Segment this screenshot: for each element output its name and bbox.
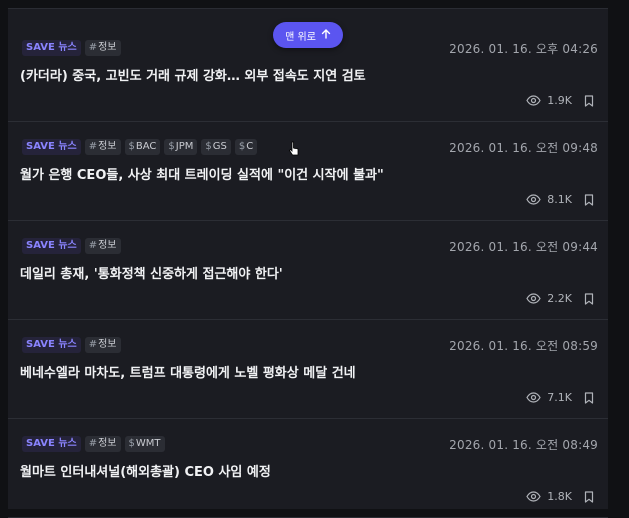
bookmark-icon[interactable] [584,490,594,503]
news-meta: 1.8K [526,490,594,503]
tag-text: BAC [135,141,157,152]
news-title[interactable]: 월가 은행 CEO들, 사상 최대 트레이딩 실적에 "이건 시작에 불과" [20,164,588,183]
category-tag[interactable]: #정보 [84,436,121,452]
news-item[interactable]: SAVE 뉴스 #정보 2026. 01. 16. 오전 08:59 베네수엘라 마차… [8,320,608,419]
news-title[interactable]: 베네수엘라 마차도, 트럼프 대통령에게 노벨 평화상 메달 건네 [20,362,588,381]
ticker-tag[interactable]: $GS [201,139,231,155]
mouse-cursor-icon [288,141,300,161]
news-feed-panel: SAVE 뉴스 #정보 2026. 01. 16. 오후 04:26 (카더라) 중국… [8,8,608,518]
news-tags: SAVE 뉴스 #정보 [22,337,121,353]
category-tag[interactable]: #정보 [84,238,121,254]
news-item[interactable]: SAVE 뉴스 #정보 $WMT 2026. 01. 16. 오전 08:49 월마트 … [8,419,608,518]
news-date: 2026. 01. 16. 오후 04:26 [449,42,598,56]
tag-prefix: $ [205,141,212,152]
tag-prefix: # [88,141,98,152]
news-tags: SAVE 뉴스 #정보 $BAC $JPM $GS $C [22,139,258,155]
tag-prefix: $ [238,141,246,152]
tag-text: WMT [135,438,161,449]
eye-icon [526,194,541,205]
tag-text: 정보 [98,141,117,152]
tag-text: 정보 [98,339,117,350]
tag-text: GS [212,141,227,152]
tag-text: 정보 [98,240,117,251]
bookmark-icon[interactable] [584,193,594,206]
view-count: 7.1K [547,391,572,404]
news-feed-list: SAVE 뉴스 #정보 2026. 01. 16. 오후 04:26 (카더라) 중국… [8,23,608,518]
tag-text: JPM [175,141,194,152]
tag-text: 정보 [98,42,117,53]
view-count: 2.2K [547,292,572,305]
news-date: 2026. 01. 16. 오전 09:44 [449,240,598,254]
source-badge[interactable]: SAVE 뉴스 [22,337,81,353]
eye-icon [526,392,541,403]
tag-prefix: $ [128,141,135,152]
view-count: 8.1K [547,193,572,206]
ticker-tag[interactable]: $BAC [124,139,161,155]
scroll-to-top-button[interactable]: 맨 위로 [273,22,343,48]
eye-icon [526,491,541,502]
news-date: 2026. 01. 16. 오전 09:48 [449,141,598,155]
news-meta: 7.1K [526,391,594,404]
arrow-up-icon [321,28,331,42]
bookmark-icon[interactable] [584,94,594,107]
tag-prefix: $ [168,141,175,152]
news-title[interactable]: 월마트 인터내셔널(해외총괄) CEO 사임 예정 [20,461,588,480]
source-badge[interactable]: SAVE 뉴스 [22,238,81,254]
news-item[interactable]: SAVE 뉴스 #정보 $BAC $JPM $GS $C 2026. 01. 16. 오전 … [8,122,608,221]
scroll-to-top-label: 맨 위로 [285,31,316,43]
news-tags: SAVE 뉴스 #정보 [22,40,121,56]
source-badge[interactable]: SAVE 뉴스 [22,40,81,56]
news-date: 2026. 01. 16. 오전 08:59 [449,339,598,353]
source-badge[interactable]: SAVE 뉴스 [22,436,81,452]
category-tag[interactable]: #정보 [84,139,121,155]
tag-prefix: # [88,438,98,449]
tag-prefix: # [88,240,98,251]
news-title[interactable]: (카더라) 중국, 고빈도 거래 규제 강화… 외부 접속도 지연 검토 [20,65,588,84]
source-badge[interactable]: SAVE 뉴스 [22,139,81,155]
view-count: 1.9K [547,94,572,107]
bookmark-icon[interactable] [584,391,594,404]
tag-prefix: $ [128,438,135,449]
ticker-tag[interactable]: $C [234,139,258,155]
ticker-tag[interactable]: $WMT [124,436,165,452]
tag-prefix: # [88,339,98,350]
news-item[interactable]: SAVE 뉴스 #정보 2026. 01. 16. 오전 09:44 데일리 총재, … [8,221,608,320]
news-title[interactable]: 데일리 총재, '통화정책 신중하게 접근해야 한다' [20,263,588,282]
tag-text: 정보 [98,438,117,449]
news-meta: 8.1K [526,193,594,206]
news-meta: 1.9K [526,94,594,107]
view-count: 1.8K [547,490,572,503]
eye-icon [526,95,541,106]
category-tag[interactable]: #정보 [84,40,121,56]
tag-prefix: # [88,42,98,53]
category-tag[interactable]: #정보 [84,337,121,353]
news-tags: SAVE 뉴스 #정보 $WMT [22,436,165,452]
tag-text: C [246,141,254,152]
news-meta: 2.2K [526,292,594,305]
ticker-tag[interactable]: $JPM [164,139,198,155]
bookmark-icon[interactable] [584,292,594,305]
news-tags: SAVE 뉴스 #정보 [22,238,121,254]
news-date: 2026. 01. 16. 오전 08:49 [449,438,598,452]
eye-icon [526,293,541,304]
